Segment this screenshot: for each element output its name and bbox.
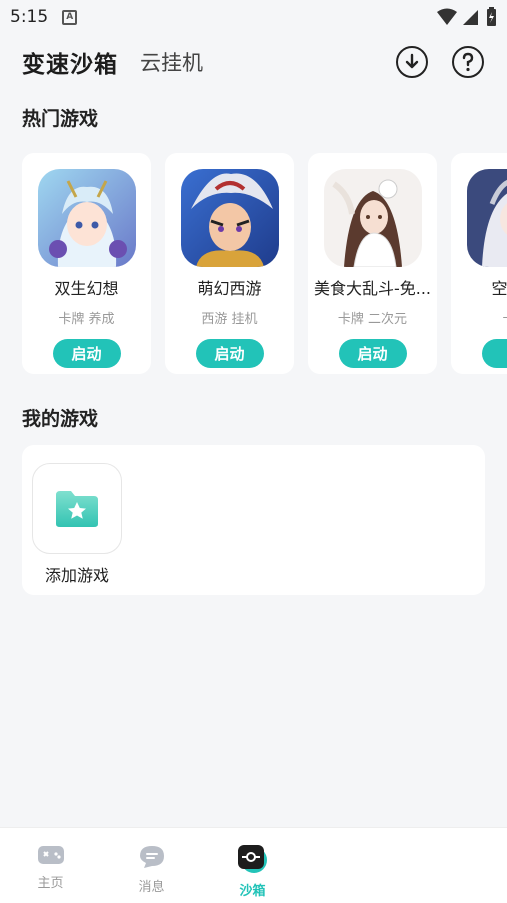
signal-icon <box>463 10 478 25</box>
game-tags: 卡牌 <box>502 308 507 327</box>
nav-messages[interactable]: 消息 <box>101 828 202 903</box>
tab-cloud-hosting[interactable]: 云挂机 <box>140 47 203 77</box>
nav-home-label: 主页 <box>37 876 64 891</box>
game-card[interactable]: 双生幻想 卡牌 养成 启动 <box>22 153 151 374</box>
launch-button[interactable]: 启动 <box>52 339 121 368</box>
game-cover-image[interactable] <box>37 169 136 267</box>
game-tags: 西游 挂机 <box>201 312 258 327</box>
sandbox-icon <box>237 845 267 873</box>
game-tags: 卡牌 养成 <box>58 312 115 327</box>
launch-button[interactable]: 启动 <box>338 339 407 368</box>
status-bar: 5:15 A <box>0 0 507 34</box>
hot-games-list[interactable]: 双生幻想 卡牌 养成 启动 萌幻西游 西游 挂机 启动 美食大乱斗-免... 卡… <box>22 153 507 375</box>
game-cover-image[interactable] <box>323 169 422 267</box>
nav-sandbox[interactable]: 沙箱 <box>202 828 303 903</box>
my-games-panel: 添加游戏 <box>22 445 485 595</box>
game-card[interactable]: 空之要 卡牌 启 <box>451 153 507 374</box>
add-game-button[interactable]: 添加游戏 <box>32 463 122 586</box>
status-indicators <box>437 7 497 27</box>
game-name: 美食大乱斗-免... <box>313 279 432 298</box>
tab-sandbox[interactable]: 变速沙箱 <box>22 45 118 79</box>
folder-star-icon <box>56 490 98 527</box>
launch-button[interactable]: 启 <box>481 339 507 368</box>
game-card[interactable]: 美食大乱斗-免... 卡牌 二次元 启动 <box>308 153 437 374</box>
download-icon[interactable] <box>396 46 428 78</box>
add-game-label: 添加游戏 <box>44 566 109 585</box>
game-name: 萌幻西游 <box>197 279 262 298</box>
nav-home[interactable]: 主页 <box>0 828 101 903</box>
game-cover-image[interactable] <box>180 169 279 267</box>
my-games-title: 我的游戏 <box>22 408 99 430</box>
launch-button[interactable]: 启动 <box>195 339 264 368</box>
chat-icon <box>139 846 164 868</box>
bottom-navigation: 主页 消息 沙箱 <box>0 827 507 903</box>
status-time: 5:15 <box>10 7 49 27</box>
battery-icon <box>487 7 496 26</box>
notification-icon: A <box>62 9 78 25</box>
game-name: 空之要 <box>491 279 507 298</box>
game-card[interactable]: 萌幻西游 西游 挂机 启动 <box>165 153 294 374</box>
hot-games-title: 热门游戏 <box>22 108 99 130</box>
wifi-icon <box>437 8 457 25</box>
gamepad-icon <box>37 846 64 864</box>
app-header: 变速沙箱 云挂机 <box>22 44 492 80</box>
game-name: 双生幻想 <box>54 279 119 298</box>
help-icon[interactable] <box>452 46 484 78</box>
game-cover-image[interactable] <box>466 169 507 267</box>
nav-sandbox-label: 沙箱 <box>239 884 266 899</box>
nav-messages-label: 消息 <box>138 880 165 895</box>
add-game-tile[interactable] <box>32 463 122 554</box>
game-tags: 卡牌 二次元 <box>337 312 408 327</box>
